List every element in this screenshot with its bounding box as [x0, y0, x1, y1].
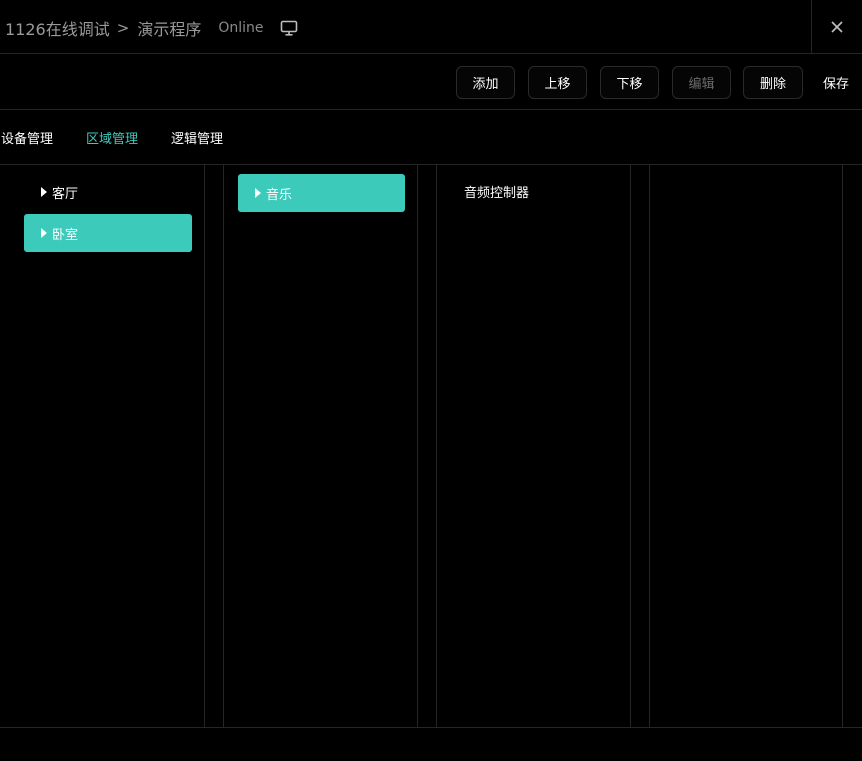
column-divider: [436, 165, 437, 727]
tab-bar: 设备管理 区域管理 逻辑管理: [0, 110, 862, 165]
edit-button[interactable]: 编辑: [672, 66, 731, 99]
column-divider: [649, 165, 650, 727]
group-item-music[interactable]: 音乐: [238, 174, 405, 212]
content-panel: 客厅 卧室 音乐 音频控制器: [0, 165, 862, 728]
caret-right-icon: [41, 228, 47, 238]
breadcrumb: 1126在线调试 > 演示程序 Online: [5, 17, 298, 39]
group-item-label: 音乐: [266, 187, 293, 203]
move-up-button[interactable]: 上移: [528, 66, 587, 99]
column-divider: [223, 165, 224, 727]
breadcrumb-current: 演示程序: [137, 20, 202, 39]
caret-right-icon: [255, 188, 261, 198]
save-button[interactable]: 保存: [816, 66, 856, 99]
toolbar: 添加 上移 下移 编辑 删除 保存: [0, 55, 862, 110]
tab-logic-management[interactable]: 逻辑管理: [171, 128, 223, 147]
column-divider: [204, 165, 205, 727]
title-bar: 1126在线调试 > 演示程序 Online: [0, 0, 862, 54]
app-window: 1126在线调试 > 演示程序 Online 添加 上移 下移 编辑 删除 保存…: [0, 0, 862, 761]
connection-status: Online: [218, 20, 264, 36]
close-icon: [830, 20, 844, 34]
device-item-audio-controller[interactable]: 音频控制器: [464, 172, 614, 210]
area-item-label: 卧室: [52, 227, 79, 243]
column-divider: [842, 165, 843, 727]
area-item-bedroom[interactable]: 卧室: [24, 214, 192, 252]
breadcrumb-separator: >: [116, 19, 130, 37]
move-down-button[interactable]: 下移: [600, 66, 659, 99]
monitor-icon[interactable]: [280, 19, 298, 37]
close-button[interactable]: [811, 0, 862, 54]
breadcrumb-root[interactable]: 1126在线调试: [5, 16, 110, 40]
column-divider: [417, 165, 418, 727]
add-button[interactable]: 添加: [456, 66, 515, 99]
delete-button[interactable]: 删除: [743, 66, 803, 99]
caret-right-icon: [41, 187, 47, 197]
area-item-living-room[interactable]: 客厅: [24, 173, 192, 211]
tab-area-management[interactable]: 区域管理: [86, 128, 138, 147]
column-divider: [630, 165, 631, 727]
area-item-label: 客厅: [52, 186, 79, 202]
tab-device-management[interactable]: 设备管理: [1, 128, 53, 147]
device-item-label: 音频控制器: [464, 185, 530, 201]
